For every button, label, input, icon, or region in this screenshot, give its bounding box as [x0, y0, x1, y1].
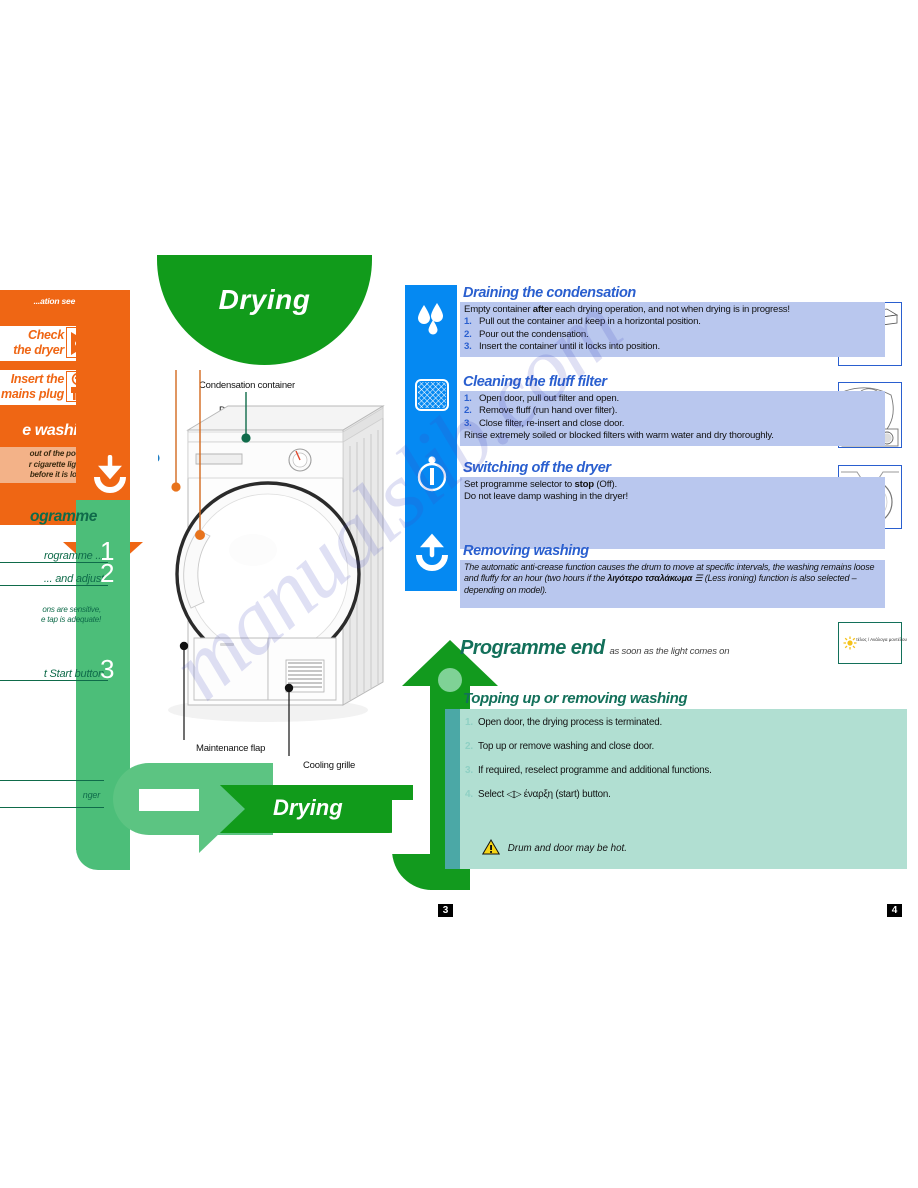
topping-warning-text: Drum and door may be hot.	[507, 843, 627, 854]
topping-step-1: 1. Open door, the drying process is term…	[465, 717, 662, 728]
drain-step-3: 3. Insert the container until it locks in…	[464, 341, 660, 353]
info-circle-icon	[413, 453, 451, 493]
section-cleaning-fluff-filter: Cleaning the fluff filter 1. Open door, p…	[460, 374, 885, 446]
right-column: Draining the condensation Empty containe…	[405, 285, 918, 885]
section-title-draining: Draining the condensation	[463, 285, 636, 301]
drain-intro-post: each drying operation, and not when dryi…	[552, 304, 790, 315]
remove-washing-arrow-icon	[413, 533, 451, 573]
left-bottom-row: nger	[0, 780, 104, 808]
switchoff-line1-pre: Set programme selector to	[464, 479, 575, 490]
topping-step-3-num: 3.	[465, 765, 473, 776]
section-removing-washing: Removing washing The automatic anti-crea…	[460, 543, 885, 608]
warning-triangle-icon	[481, 839, 501, 858]
topping-up-panel: 1. Open door, the drying process is term…	[445, 709, 907, 869]
programme-end-header: Programme end as soon as the light comes …	[460, 637, 885, 660]
section-title-removing: Removing washing	[463, 543, 589, 559]
green-heading: ogramme	[30, 508, 97, 525]
programme-end-subtitle: as soon as the light comes on	[609, 646, 730, 657]
removing-body-bold: λιγότερο τσαλάκωμα	[607, 573, 693, 584]
fluff-filter-mesh-icon	[413, 375, 451, 415]
fluff-step-2: 2. Remove fluff (run hand over filter).	[464, 405, 618, 417]
water-drops-icon	[413, 301, 451, 341]
topping-up-title: Topping up or removing washing	[463, 690, 688, 707]
check-dryer-label: Check the dryer	[13, 328, 64, 357]
fluff-step-3: 3. Close filter, re-insert and close door…	[464, 417, 625, 429]
less-ironing-symbol: ☰	[692, 573, 705, 584]
topping-step-2: 2. Top up or remove washing and close do…	[465, 741, 655, 752]
switchoff-line2: Do not leave damp washing in the dryer!	[464, 491, 628, 503]
topping-step-1-text: Open door, the drying process is termina…	[478, 717, 662, 728]
green-row-2: ... and adjust	[0, 573, 108, 586]
topping-step-4-text: Select ◁▷ έναρξη (start) button.	[478, 789, 611, 800]
drain-intro-pre: Empty container	[464, 304, 533, 315]
page-number-right: 4	[887, 904, 902, 917]
topping-step-3: 3. If required, reselect programme and a…	[465, 765, 712, 776]
green-row-1: rogramme ...	[0, 550, 108, 563]
topping-step-4: 4. Select ◁▷ έναρξη (start) button.	[465, 789, 611, 800]
topping-step-4-num: 4.	[465, 789, 473, 800]
manual-page: ...ation see page 3 Check the dryer Inser…	[0, 0, 918, 1188]
center-panel: Drying Condensation container Maintenanc…	[113, 255, 413, 880]
drying-header-label: Drying	[218, 284, 311, 315]
fluff-outro: Rinse extremely soiled or blocked filter…	[464, 430, 774, 442]
left-column-previous-page: ...ation see page 3 Check the dryer Inser…	[0, 290, 143, 870]
topping-step-1-num: 1.	[465, 717, 473, 728]
switchoff-line1-post: (Off).	[593, 479, 617, 490]
section-body-switchoff: Set programme selector to stop (Off). Do…	[460, 477, 885, 549]
topping-step-2-num: 2.	[465, 741, 473, 752]
topping-step-2-text: Top up or remove washing and close door.	[478, 741, 655, 752]
topping-warning: Drum and door may be hot.	[481, 839, 627, 858]
section-title-fluff: Cleaning the fluff filter	[463, 374, 607, 390]
switchoff-line1-bold: stop	[574, 479, 595, 490]
sun-indicator-icon	[843, 636, 857, 655]
section-switching-off: Switching off the dryer Set programme se…	[460, 460, 885, 549]
fluff-step-1: 1. Open door, pull out filter and open.	[464, 393, 620, 404]
drain-intro-bold: after	[532, 304, 553, 315]
programme-end-thumb-text: τέλος / Ανάλογα μοντέλου	[856, 637, 907, 642]
section-title-switchoff: Switching off the dryer	[463, 460, 611, 476]
section-body-draining: Empty container after each drying operat…	[460, 302, 885, 357]
topping-up-header: Topping up or removing washing	[460, 690, 907, 708]
drain-step-2: 2. Pour out the condensation.	[464, 328, 589, 340]
green-note: ons are sensitive, e tap is adequate!	[40, 605, 101, 624]
programme-end-title: Programme end	[460, 637, 605, 659]
green-row-3: t Start button	[0, 668, 108, 681]
section-draining-condensation: Draining the condensation Empty containe…	[460, 285, 885, 357]
drain-step-1: 1. Pull out the container and keep in a h…	[464, 316, 701, 328]
section-body-removing: The automatic anti-crease function cause…	[460, 560, 885, 608]
dryer-illustration	[150, 318, 413, 780]
mains-plug-label: Insert the mains plug	[1, 372, 64, 401]
programme-end-thumb: τέλος / Ανάλογα μοντέλου	[838, 622, 907, 664]
page-number-left: 3	[438, 904, 453, 917]
topping-step-3-text: If required, reselect programme and addi…	[478, 765, 712, 776]
section-body-fluff: 1. Open door, pull out filter and open. 2…	[460, 391, 885, 446]
drying-footer-label: Drying	[273, 795, 343, 820]
